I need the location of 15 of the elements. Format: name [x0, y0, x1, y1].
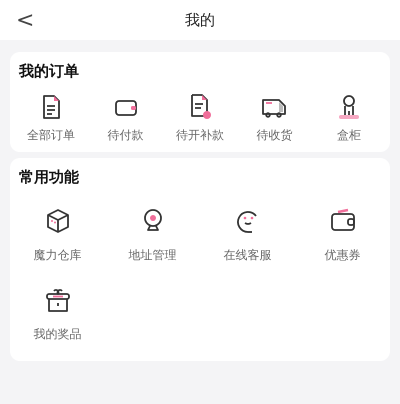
menu-item[interactable]: 我的奖品: [34, 326, 82, 343]
menu-item[interactable]: 待收货: [256, 127, 292, 144]
section-title: 我的订单: [18, 62, 79, 81]
menu-item[interactable]: 地址管理: [128, 247, 176, 264]
menu-item[interactable]: 全部订单: [27, 127, 76, 144]
menu-item[interactable]: 在线客服: [224, 247, 272, 264]
menu-item[interactable]: 盒柜: [336, 127, 361, 144]
menu-item[interactable]: 魔力仓库: [34, 247, 82, 264]
gift-icon: [44, 286, 72, 314]
section-title: 常用功能: [18, 168, 79, 187]
menu-item[interactable]: 待开补款: [176, 127, 224, 144]
menu-item[interactable]: 优惠券: [324, 247, 360, 264]
back-button[interactable]: <: [0, 8, 34, 32]
page-title: 我的: [184, 10, 216, 30]
menu-item[interactable]: 待付款: [108, 127, 144, 144]
